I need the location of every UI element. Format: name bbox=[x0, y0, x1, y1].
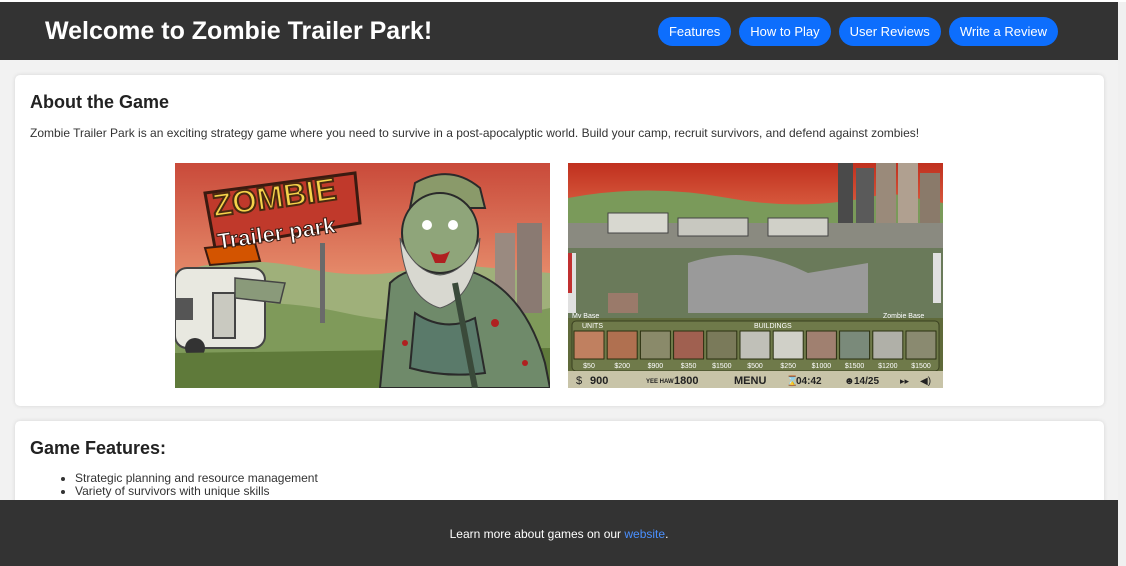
timer-value: 04:42 bbox=[796, 376, 822, 387]
shop-slot bbox=[839, 330, 871, 360]
footer-text: Learn more about games on our website. bbox=[0, 527, 1118, 541]
shop-slot-price: $350 bbox=[681, 363, 697, 370]
shop-slot bbox=[872, 330, 904, 360]
about-description: Zombie Trailer Park is an exciting strat… bbox=[30, 126, 920, 140]
population-value: 14/25 bbox=[854, 376, 879, 387]
feature-item: Variety of survivors with unique skills bbox=[75, 485, 318, 498]
shop-slot bbox=[739, 330, 771, 360]
nav-how-to-play-button[interactable]: How to Play bbox=[739, 17, 831, 46]
shop-slot-price: $500 bbox=[747, 363, 763, 370]
gameplay-screenshot: My Base Zombie Base UNITS BUILDINGS $50 $… bbox=[568, 163, 943, 388]
footer-text-after: . bbox=[665, 527, 669, 541]
shop-slot bbox=[606, 330, 638, 360]
features-list: Strategic planning and resource manageme… bbox=[75, 472, 318, 498]
main-nav: Features How to Play User Reviews Write … bbox=[657, 17, 1058, 46]
shop-slot-price: $50 bbox=[583, 363, 595, 370]
shop-slot-price: $1000 bbox=[812, 363, 832, 370]
website-link[interactable]: website bbox=[624, 527, 665, 541]
shop-slot bbox=[706, 330, 738, 360]
money-value: 900 bbox=[590, 375, 608, 387]
shop-slot-price: $1500 bbox=[845, 363, 865, 370]
shop-slot-price: $1200 bbox=[878, 363, 898, 370]
features-heading: Game Features: bbox=[30, 438, 167, 458]
shop-slot-price: $1500 bbox=[911, 363, 931, 370]
shop-slot-price: $1500 bbox=[712, 363, 732, 370]
nav-features-button[interactable]: Features bbox=[657, 17, 732, 46]
site-footer: Learn more about games on our website. bbox=[0, 500, 1118, 566]
nav-write-review-button[interactable]: Write a Review bbox=[948, 17, 1058, 46]
shop-slot-price: $250 bbox=[780, 363, 796, 370]
site-title: Welcome to Zombie Trailer Park! bbox=[45, 17, 433, 45]
sound-icon: ◀) bbox=[920, 376, 931, 387]
nav-user-reviews-button[interactable]: User Reviews bbox=[838, 17, 941, 46]
fast-forward-icon: ▸▸ bbox=[900, 376, 910, 386]
person-icon: ☻ bbox=[844, 376, 855, 387]
units-label: UNITS bbox=[582, 323, 603, 330]
buildings-label: BUILDINGS bbox=[754, 323, 792, 330]
yeehaw-value: 1800 bbox=[674, 375, 698, 387]
shop-slot bbox=[805, 330, 837, 360]
coin-icon: $ bbox=[576, 375, 582, 387]
about-section: About the Game Zombie Trailer Park is an… bbox=[15, 75, 1104, 406]
footer-text-before: Learn more about games on our bbox=[449, 527, 625, 541]
shop-slot bbox=[573, 330, 605, 360]
game-title-artwork: ZOMBIE Trailer park bbox=[175, 163, 550, 388]
hourglass-icon: ⌛ bbox=[786, 374, 798, 387]
page-scrollbar[interactable] bbox=[1118, 2, 1126, 566]
shop-slot bbox=[772, 330, 804, 360]
about-heading: About the Game bbox=[30, 92, 170, 112]
menu-button: MENU bbox=[734, 375, 766, 387]
site-header: Welcome to Zombie Trailer Park! Features… bbox=[0, 2, 1118, 60]
shop-slot bbox=[673, 330, 705, 360]
shop-slot bbox=[905, 330, 937, 360]
shop-slot-price: $900 bbox=[648, 363, 664, 370]
yeehaw-label: YEE HAW bbox=[646, 379, 674, 385]
shop-slot bbox=[639, 330, 671, 360]
shop-slot-price: $200 bbox=[614, 363, 630, 370]
